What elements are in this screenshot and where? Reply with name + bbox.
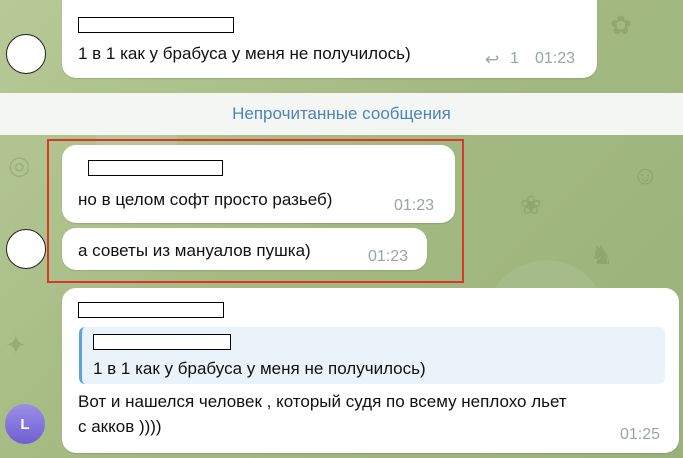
quote-text: 1 в 1 как у брабуса у меня не получилось… xyxy=(93,359,426,378)
avatar[interactable] xyxy=(6,229,46,269)
doodle-icon: ♞ xyxy=(590,240,614,270)
doodle-icon: ✦ xyxy=(5,330,27,360)
avatar[interactable]: L xyxy=(5,404,45,444)
reply-count[interactable]: 1 xyxy=(510,50,519,68)
sender-name-redacted xyxy=(78,302,224,318)
doodle-icon: ◎ xyxy=(8,150,31,180)
doodle-icon: ❀ xyxy=(520,190,542,220)
sender-name-redacted xyxy=(78,17,234,33)
quote-sender-redacted xyxy=(93,334,231,350)
selection-highlight xyxy=(47,139,464,283)
unread-label: Непрочитанные сообщения xyxy=(232,104,451,123)
reply-arrow-icon[interactable]: ↩ xyxy=(485,50,499,70)
message-text: 1 в 1 как у брабуса у меня не получилось… xyxy=(78,44,411,63)
unread-separator: Непрочитанные сообщения xyxy=(0,93,683,135)
message-time: 01:25 xyxy=(620,426,661,443)
avatar[interactable] xyxy=(6,34,46,74)
doodle-icon: ✿ xyxy=(610,10,632,40)
message-text-line1: Вот и нашелся человек , который судя по … xyxy=(78,392,567,411)
message-time: 01:23 xyxy=(535,50,576,67)
message-text-line2: с акков )))) xyxy=(78,417,162,436)
doodle-icon: ☺ xyxy=(632,160,659,190)
